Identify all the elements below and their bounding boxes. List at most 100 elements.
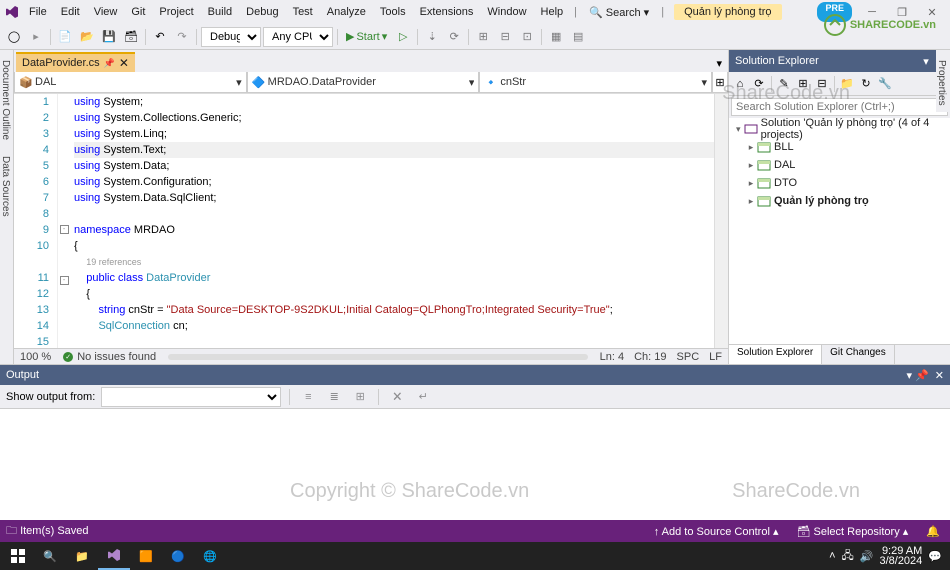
task-search-icon[interactable]: 🔍 — [34, 542, 66, 570]
file-tab-name: DataProvider.cs — [22, 57, 100, 69]
tray-clock[interactable]: 9:29 AM3/8/2024 — [879, 546, 922, 566]
menu-git[interactable]: Git — [124, 3, 152, 21]
nav-class-select[interactable]: 🔷MRDAO.DataProvider▾ — [247, 72, 480, 93]
menu-file[interactable]: File — [22, 3, 54, 21]
side-tab-doc-outline[interactable]: Document Outline — [0, 54, 13, 146]
side-tab-properties[interactable]: Properties — [936, 54, 947, 112]
side-tab-data-sources[interactable]: Data Sources — [0, 150, 13, 223]
step-over-icon[interactable]: ⟳ — [444, 27, 464, 47]
output-tool-2[interactable]: ≣ — [324, 387, 344, 407]
tree-project[interactable]: ▸DAL — [729, 156, 950, 174]
close-button[interactable]: ✕ — [918, 2, 946, 22]
start-nodebug-icon[interactable]: ▷ — [393, 27, 413, 47]
issues-indicator[interactable]: ✓No issues found — [63, 351, 156, 363]
tray-chevron-icon[interactable]: ˄ — [829, 550, 835, 562]
code-editor[interactable]: 1234567891011121314151617181920212223242… — [14, 94, 728, 348]
save-icon[interactable]: 💾 — [99, 27, 119, 47]
collapse-icon[interactable]: ⊟ — [813, 75, 831, 93]
filter-icon[interactable]: ⊞ — [794, 75, 812, 93]
menu-edit[interactable]: Edit — [54, 3, 87, 21]
output-pin-icon[interactable]: ▾ 📌 — [907, 370, 929, 382]
properties-icon[interactable]: 🔧 — [876, 75, 894, 93]
nav-member-select[interactable]: 🔹cnStr▾ — [479, 72, 712, 93]
vertical-scrollbar[interactable] — [714, 94, 728, 348]
pen-icon[interactable]: ✎ — [775, 75, 793, 93]
nav-project-select[interactable]: 📦DAL▾ — [14, 72, 247, 93]
show-all-icon[interactable]: 📁 — [838, 75, 856, 93]
undo-icon[interactable]: ↶ — [150, 27, 170, 47]
source-control-button[interactable]: ↑ Add to Source Control ▴ — [650, 525, 783, 538]
menu-extensions[interactable]: Extensions — [413, 3, 481, 21]
close-tab-icon[interactable]: ✕ — [119, 56, 129, 70]
task-app-2-icon[interactable]: 🔵 — [162, 542, 194, 570]
tab-solution-explorer[interactable]: Solution Explorer — [729, 345, 822, 364]
tool-icon-4[interactable]: ▦ — [546, 27, 566, 47]
tray-notifications-icon[interactable]: 💬 — [928, 550, 942, 563]
output-close-icon[interactable]: ✕ — [935, 370, 944, 382]
menu-debug[interactable]: Debug — [239, 3, 285, 21]
task-app-1-icon[interactable]: 🟧 — [130, 542, 162, 570]
zoom-label[interactable]: 100 % — [20, 351, 51, 363]
output-clear-icon[interactable]: 🗙 — [387, 387, 407, 407]
line-indicator[interactable]: Ln: 4 — [600, 351, 624, 363]
tool-icon-1[interactable]: ⊞ — [473, 27, 493, 47]
redo-icon[interactable]: ↷ — [172, 27, 192, 47]
menu-tools[interactable]: Tools — [373, 3, 413, 21]
output-tool-1[interactable]: ≡ — [298, 387, 318, 407]
platform-select[interactable]: Any CPU — [263, 27, 333, 47]
output-body[interactable] — [0, 409, 950, 520]
panel-search — [729, 96, 950, 118]
tree-project[interactable]: ▸DTO — [729, 174, 950, 192]
notifications-icon[interactable]: 🔔 — [922, 525, 944, 538]
menu-analyze[interactable]: Analyze — [320, 3, 373, 21]
col-indicator[interactable]: Ch: 19 — [634, 351, 666, 363]
panel-opts-icon[interactable]: ▾ — [923, 56, 929, 68]
vs-logo-icon — [4, 4, 20, 20]
nav-back-icon[interactable]: ◯ — [4, 27, 24, 47]
new-file-icon[interactable]: 📄 — [55, 27, 75, 47]
tool-icon-2[interactable]: ⊟ — [495, 27, 515, 47]
search-button[interactable]: 🔍 Search ▾ — [581, 4, 657, 21]
tool-icon-5[interactable]: ▤ — [568, 27, 588, 47]
save-all-icon[interactable]: 🗃 — [121, 27, 141, 47]
refresh-icon[interactable]: ↻ — [857, 75, 875, 93]
nav-split-icon[interactable]: ⊞ — [712, 72, 728, 93]
maximize-button[interactable]: ❐ — [888, 2, 916, 22]
open-icon[interactable]: 📂 — [77, 27, 97, 47]
menu-view[interactable]: View — [87, 3, 125, 21]
eol-indicator[interactable]: LF — [709, 351, 722, 363]
menu-build[interactable]: Build — [201, 3, 239, 21]
step-icon[interactable]: ⇣ — [422, 27, 442, 47]
task-vs-icon[interactable] — [98, 542, 130, 570]
file-tab-active[interactable]: DataProvider.cs 📌 ✕ — [16, 52, 135, 72]
home-icon[interactable]: ⌂ — [731, 75, 749, 93]
spaces-indicator[interactable]: SPC — [677, 351, 700, 363]
solution-search-input[interactable] — [731, 98, 948, 116]
menu-window[interactable]: Window — [480, 3, 533, 21]
editor: DataProvider.cs 📌 ✕ ▾ 📦DAL▾ 🔷MRDAO.DataP… — [14, 50, 728, 364]
select-repo-button[interactable]: 🗃 Select Repository ▴ — [792, 525, 912, 538]
start-debug-button[interactable]: ▶ Start ▾ — [342, 30, 391, 43]
output-source-select[interactable] — [101, 387, 281, 407]
menu-help[interactable]: Help — [534, 3, 571, 21]
start-menu-icon[interactable] — [2, 542, 34, 570]
task-chrome-icon[interactable]: 🌐 — [194, 542, 226, 570]
menu-test[interactable]: Test — [286, 3, 320, 21]
tab-overflow-icon[interactable]: ▾ — [710, 55, 728, 72]
task-explorer-icon[interactable]: 📁 — [66, 542, 98, 570]
tray-volume-icon[interactable]: 🔊 — [860, 550, 874, 563]
pin-icon[interactable]: 📌 — [104, 58, 115, 69]
output-wrap-icon[interactable]: ↵ — [413, 387, 433, 407]
nav-fwd-icon[interactable]: ▸ — [26, 27, 46, 47]
config-select[interactable]: Debug — [201, 27, 261, 47]
minimize-button[interactable]: ─ — [858, 2, 886, 22]
tree-solution-root[interactable]: ▾ Solution 'Quản lý phòng trọ' (4 of 4 p… — [729, 120, 950, 138]
menu-project[interactable]: Project — [152, 3, 200, 21]
sync-icon[interactable]: ⟳ — [750, 75, 768, 93]
tool-icon-3[interactable]: ⊡ — [517, 27, 537, 47]
tree-project[interactable]: ▸Quản lý phòng trọ — [729, 192, 950, 210]
output-tool-3[interactable]: ⊞ — [350, 387, 370, 407]
tab-git-changes[interactable]: Git Changes — [822, 345, 895, 364]
tray-network-icon[interactable]: 🖧 — [842, 547, 854, 566]
issues-bar — [168, 354, 588, 360]
